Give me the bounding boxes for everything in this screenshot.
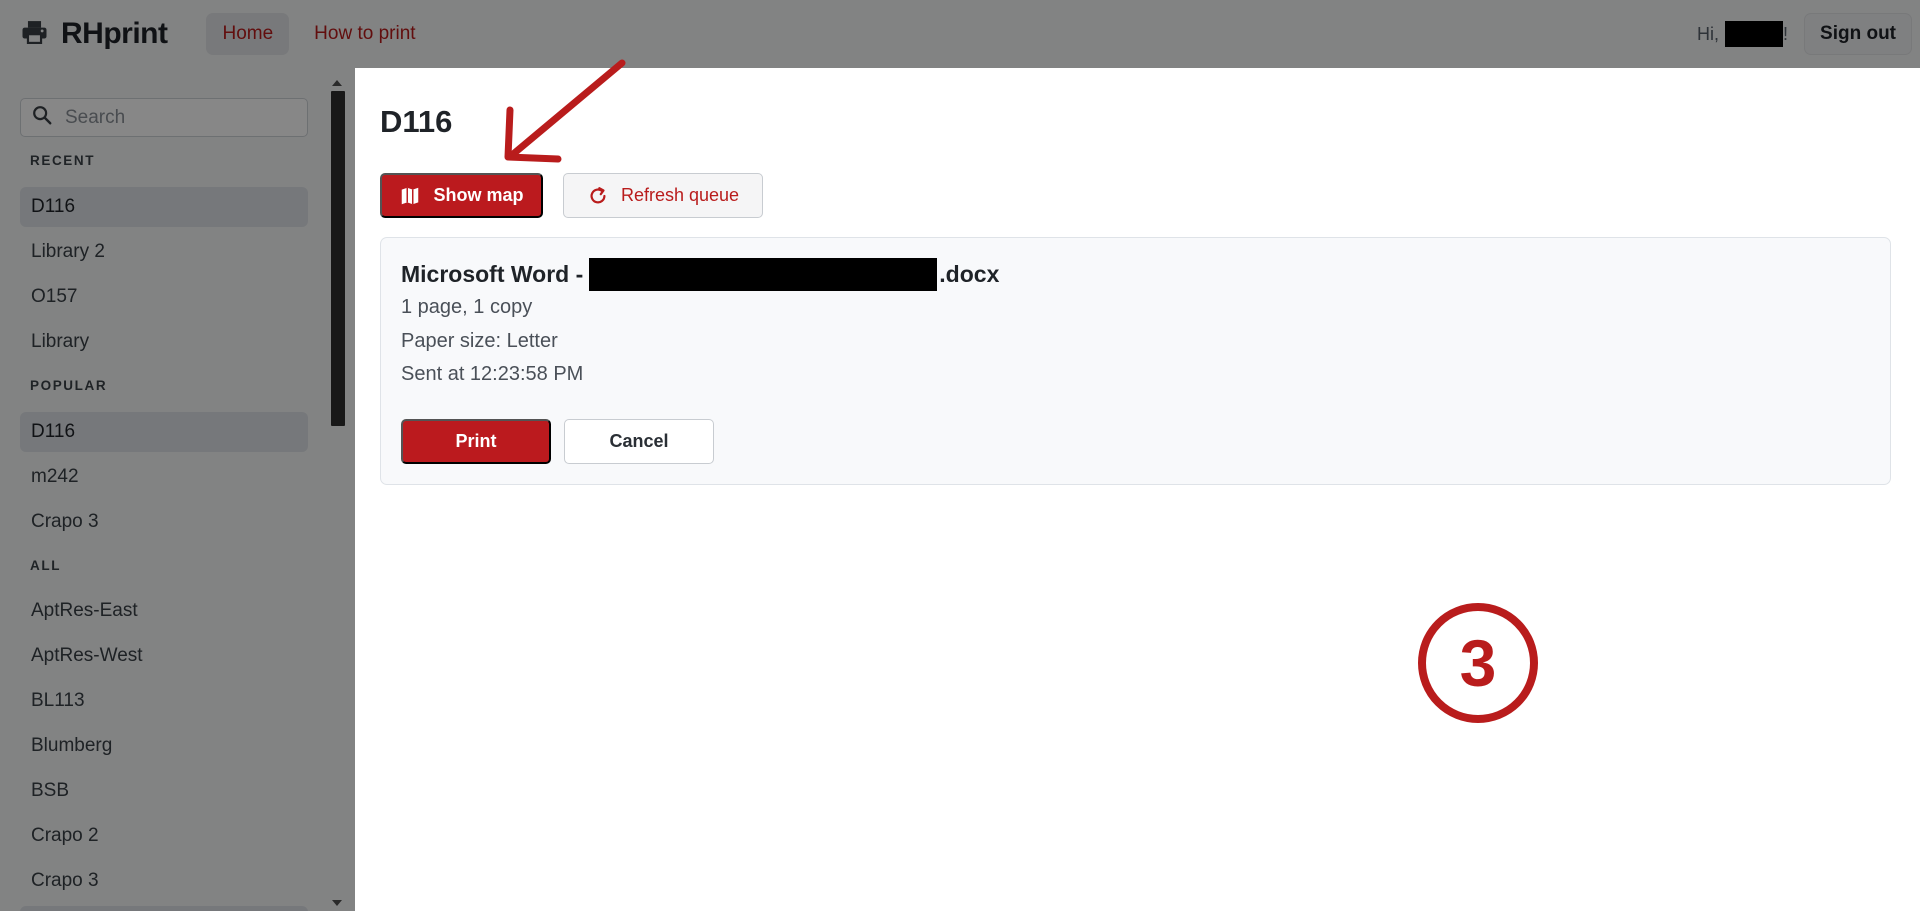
brand-name: RHprint <box>61 17 168 50</box>
page-title: D116 <box>380 104 453 139</box>
greeting: Hi, ! <box>1697 21 1788 47</box>
sidebar-item-crapo-2[interactable]: Crapo 2 <box>20 816 308 856</box>
cancel-button[interactable]: Cancel <box>564 419 714 464</box>
job-sent-time: Sent at 12:23:58 PM <box>401 363 584 385</box>
step-number-annotation: 3 <box>1418 603 1538 723</box>
job-title-prefix: Microsoft Word - <box>401 261 584 287</box>
sidebar-item-popular-crapo-3[interactable]: Crapo 3 <box>20 502 308 542</box>
main-content: D116 Show map Refresh queue Microsoft Wo… <box>355 68 1920 911</box>
sidebar-item-popular-m242[interactable]: m242 <box>20 457 308 497</box>
show-map-label: Show map <box>433 185 524 205</box>
sign-out-button[interactable]: Sign out <box>1804 13 1912 55</box>
greeting-suffix: ! <box>1783 23 1789 44</box>
scroll-down-arrow-icon[interactable] <box>332 900 342 906</box>
sidebar-item-partial[interactable] <box>20 906 308 911</box>
nav-how-to-print[interactable]: How to print <box>298 13 431 55</box>
refresh-queue-button[interactable]: Refresh queue <box>563 173 763 218</box>
redacted-username <box>1725 21 1783 47</box>
top-navbar: RHprint Home How to print Hi, ! Sign out <box>0 0 1920 68</box>
section-heading-all: ALL <box>30 558 62 573</box>
search-input[interactable] <box>63 105 283 130</box>
nav-home[interactable]: Home <box>206 13 290 55</box>
show-map-button[interactable]: Show map <box>380 173 543 218</box>
refresh-icon <box>590 186 606 203</box>
section-heading-popular: POPULAR <box>30 378 108 393</box>
job-title-suffix: .docx <box>939 261 1000 287</box>
sidebar-item-bl113[interactable]: BL113 <box>20 681 308 721</box>
sidebar: RECENT D116 Library 2 O157 Library POPUL… <box>0 68 355 911</box>
search-box[interactable] <box>20 98 308 137</box>
sidebar-item-aptres-west[interactable]: AptRes-West <box>20 636 308 676</box>
brand[interactable]: RHprint <box>21 17 168 51</box>
sidebar-item-recent-d116[interactable]: D116 <box>20 187 308 227</box>
section-heading-recent: RECENT <box>30 153 96 168</box>
redacted-filename <box>589 258 938 291</box>
sidebar-item-recent-library[interactable]: Library <box>20 322 308 362</box>
sidebar-item-recent-library-2[interactable]: Library 2 <box>20 232 308 272</box>
user-area: Hi, ! Sign out <box>1697 13 1912 55</box>
print-button[interactable]: Print <box>401 419 551 464</box>
greeting-prefix: Hi, <box>1697 23 1719 44</box>
sidebar-item-crapo-3[interactable]: Crapo 3 <box>20 861 308 901</box>
job-paper-size: Paper size: Letter <box>401 330 558 352</box>
sidebar-item-bsb[interactable]: BSB <box>20 771 308 811</box>
map-icon <box>402 187 419 204</box>
sidebar-item-blumberg[interactable]: Blumberg <box>20 726 308 766</box>
search-icon <box>21 104 53 131</box>
print-job-card: Microsoft Word - .docx 1 page, 1 copy Pa… <box>380 237 1891 485</box>
scroll-up-arrow-icon[interactable] <box>332 80 342 86</box>
sidebar-item-recent-o157[interactable]: O157 <box>20 277 308 317</box>
job-pages: 1 page, 1 copy <box>401 296 533 318</box>
refresh-queue-label: Refresh queue <box>620 185 740 205</box>
sidebar-scrollbar-thumb[interactable] <box>331 91 345 426</box>
job-title: Microsoft Word - .docx <box>401 258 999 291</box>
printer-icon <box>21 20 48 49</box>
sidebar-item-aptres-east[interactable]: AptRes-East <box>20 591 308 631</box>
sidebar-item-popular-d116[interactable]: D116 <box>20 412 308 452</box>
